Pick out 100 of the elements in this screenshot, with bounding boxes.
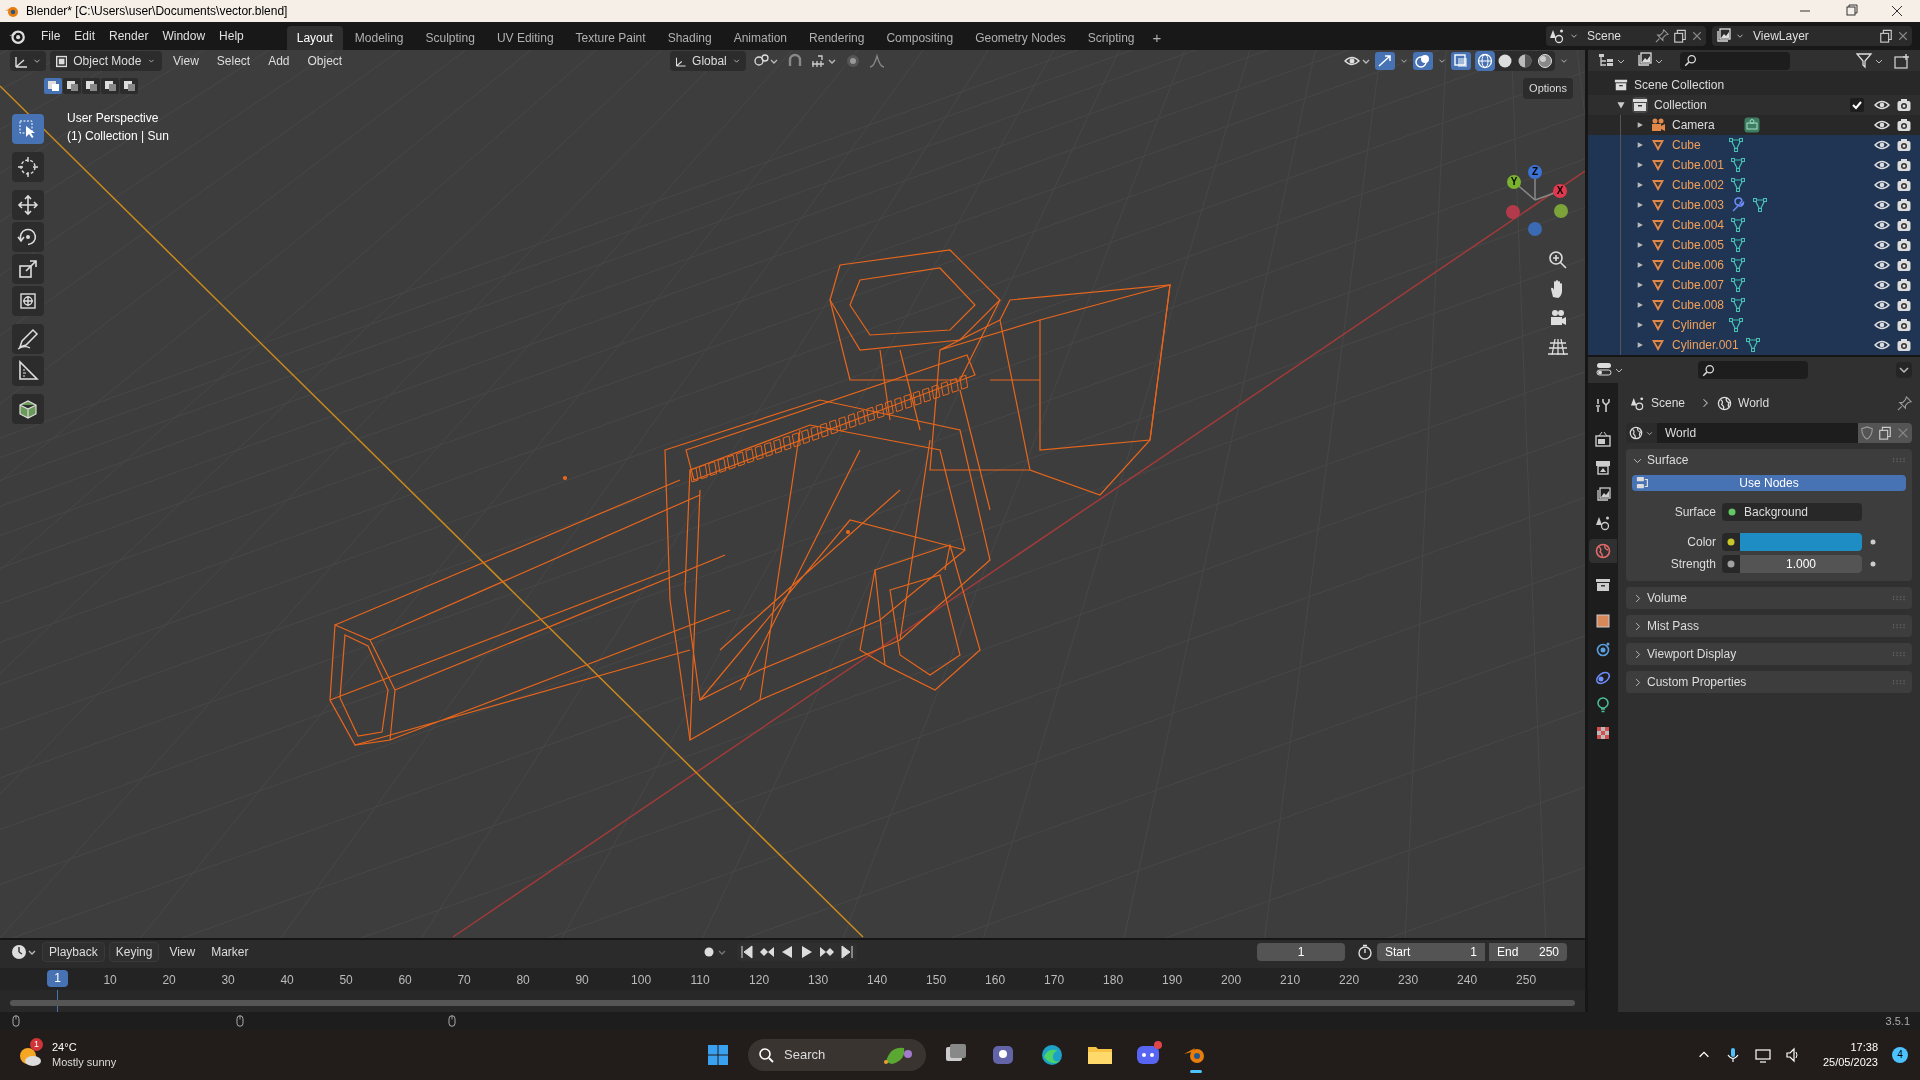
current-frame-marker[interactable]: 1 bbox=[47, 970, 68, 987]
axis-label[interactable]: Y bbox=[1507, 175, 1521, 189]
disclosure-triangle-icon[interactable] bbox=[1636, 201, 1644, 209]
scene-selector[interactable]: Scene bbox=[1546, 26, 1706, 46]
close-icon[interactable] bbox=[1894, 423, 1912, 443]
copy-icon[interactable] bbox=[1876, 423, 1894, 443]
mesh-data-icon[interactable] bbox=[1744, 337, 1761, 353]
workspace-tab[interactable]: Rendering bbox=[799, 26, 875, 50]
mode-dropdown[interactable]: Object Mode bbox=[50, 51, 162, 71]
wrench-icon[interactable] bbox=[1730, 197, 1747, 213]
current-frame-field[interactable]: 1 bbox=[1257, 943, 1345, 961]
world-icon[interactable] bbox=[1595, 543, 1611, 559]
panel-header[interactable]: Surface bbox=[1647, 451, 1689, 469]
menu-item[interactable]: Add bbox=[261, 52, 297, 70]
disclosure-triangle-icon[interactable] bbox=[1616, 100, 1626, 110]
search-field[interactable]: Search bbox=[748, 1039, 926, 1071]
workspace-tab[interactable]: Compositing bbox=[876, 26, 964, 50]
mesh-data-icon[interactable] bbox=[1728, 317, 1744, 333]
overlay-toggle-icon[interactable] bbox=[1413, 52, 1433, 70]
clock-date[interactable]: 25/05/2023 bbox=[1822, 1055, 1878, 1070]
menu-item[interactable]: View bbox=[166, 52, 206, 70]
camera-icon[interactable] bbox=[1896, 337, 1912, 353]
object-icon[interactable] bbox=[1595, 613, 1611, 629]
number-field[interactable]: 1.000 bbox=[1740, 555, 1862, 573]
render-icon[interactable] bbox=[1595, 431, 1611, 447]
mesh-data-icon[interactable] bbox=[1730, 157, 1747, 173]
camera-icon[interactable] bbox=[1896, 217, 1912, 233]
socket-icon[interactable] bbox=[1727, 560, 1735, 568]
speaker-icon[interactable] bbox=[1784, 1047, 1801, 1063]
falloff-icon[interactable] bbox=[868, 52, 886, 70]
pencil-icon[interactable] bbox=[12, 324, 44, 354]
scene-icon[interactable] bbox=[1549, 28, 1565, 44]
dropdown[interactable]: Playback bbox=[42, 942, 105, 962]
camera-icon[interactable] bbox=[1896, 197, 1912, 213]
outliner-row[interactable]: Cube.001 bbox=[1588, 155, 1920, 175]
outliner-item[interactable]: Collection bbox=[1654, 96, 1707, 114]
disclosure-triangle-icon[interactable] bbox=[1636, 341, 1644, 349]
outliner-row[interactable]: Cube.002 bbox=[1588, 175, 1920, 195]
stopwatch-icon[interactable] bbox=[1357, 944, 1373, 960]
workspace-tab[interactable]: UV Editing bbox=[486, 26, 564, 50]
ruler-icon[interactable] bbox=[12, 356, 44, 386]
outliner-row[interactable]: Cube.005 bbox=[1588, 235, 1920, 255]
wireframe-shading-icon[interactable] bbox=[1476, 52, 1494, 70]
disclosure-triangle-icon[interactable] bbox=[1636, 261, 1644, 269]
disclosure-triangle-icon[interactable] bbox=[1636, 221, 1644, 229]
panel-header[interactable]: Volume bbox=[1647, 589, 1688, 607]
material-shading-icon[interactable] bbox=[1516, 52, 1534, 70]
proportional-edit-icon[interactable] bbox=[844, 52, 862, 70]
camera-icon[interactable] bbox=[1896, 317, 1912, 333]
scrollbar[interactable] bbox=[10, 1000, 1575, 1006]
pin-icon[interactable] bbox=[1897, 395, 1912, 411]
menu-item[interactable]: View bbox=[163, 943, 202, 961]
disclosure-triangle-icon[interactable] bbox=[1636, 281, 1644, 289]
world-browse-button[interactable] bbox=[1626, 423, 1657, 443]
workspace-tab[interactable]: Texture Paint bbox=[565, 26, 656, 50]
workspace-tab[interactable]: Modeling bbox=[344, 26, 414, 50]
disclosure-triangle-icon[interactable] bbox=[1636, 161, 1644, 169]
color-swatch[interactable] bbox=[1740, 533, 1862, 551]
close-icon[interactable] bbox=[1691, 30, 1703, 42]
disclosure-triangle-icon[interactable] bbox=[1636, 121, 1644, 129]
mesh-data-icon[interactable] bbox=[1728, 137, 1744, 153]
disclosure-triangle-icon[interactable] bbox=[1636, 181, 1644, 189]
tool-icon[interactable] bbox=[1595, 397, 1611, 413]
workspace-tab[interactable]: Animation bbox=[723, 26, 798, 50]
disclosure-triangle-icon[interactable] bbox=[1636, 141, 1644, 149]
shader-field[interactable]: Background bbox=[1722, 503, 1862, 521]
camera-icon[interactable] bbox=[1896, 277, 1912, 293]
light-bulb-icon[interactable] bbox=[1595, 697, 1611, 713]
network-icon[interactable] bbox=[1754, 1047, 1771, 1063]
menu-item[interactable]: Help bbox=[212, 24, 251, 48]
copy-icon[interactable] bbox=[1879, 29, 1893, 43]
move-icon[interactable] bbox=[12, 190, 44, 220]
camera-icon[interactable] bbox=[1896, 237, 1912, 253]
rendered-shading-icon[interactable] bbox=[1536, 52, 1554, 70]
world-name-field[interactable]: World bbox=[1657, 423, 1858, 443]
mesh-data-icon[interactable] bbox=[1730, 297, 1747, 313]
use-nodes-button[interactable]: Use Nodes bbox=[1632, 475, 1906, 491]
outliner-item[interactable]: Scene Collection bbox=[1634, 76, 1725, 94]
filter-icon[interactable] bbox=[1856, 51, 1884, 70]
outliner-row[interactable]: Cube.008 bbox=[1588, 295, 1920, 315]
outliner-row[interactable]: Cube.007 bbox=[1588, 275, 1920, 295]
outliner-row[interactable]: Cube.004 bbox=[1588, 215, 1920, 235]
disclosure-triangle-icon[interactable] bbox=[1636, 321, 1644, 329]
solid-shading-icon[interactable] bbox=[1496, 52, 1514, 70]
mesh-data-icon[interactable] bbox=[1752, 197, 1769, 213]
cube-icon[interactable] bbox=[12, 394, 44, 424]
editor-type-icon[interactable] bbox=[1596, 361, 1624, 379]
gizmo-toggle-icon[interactable] bbox=[1375, 52, 1395, 70]
menu-item[interactable]: Marker bbox=[205, 943, 255, 961]
axis-label[interactable]: Z bbox=[1528, 165, 1542, 179]
panel-header[interactable]: Mist Pass bbox=[1647, 617, 1699, 635]
disclosure-triangle-icon[interactable] bbox=[1636, 241, 1644, 249]
camera-icon[interactable] bbox=[1896, 117, 1912, 133]
menu-item[interactable]: File bbox=[34, 24, 68, 48]
checkbox[interactable] bbox=[1850, 98, 1864, 112]
workspace-tab[interactable]: Sculpting bbox=[415, 26, 485, 50]
mesh-data-icon[interactable] bbox=[1730, 277, 1747, 293]
transform-icon[interactable] bbox=[12, 286, 44, 316]
close-icon[interactable] bbox=[1897, 30, 1909, 42]
axis-label[interactable]: X bbox=[1553, 184, 1567, 198]
